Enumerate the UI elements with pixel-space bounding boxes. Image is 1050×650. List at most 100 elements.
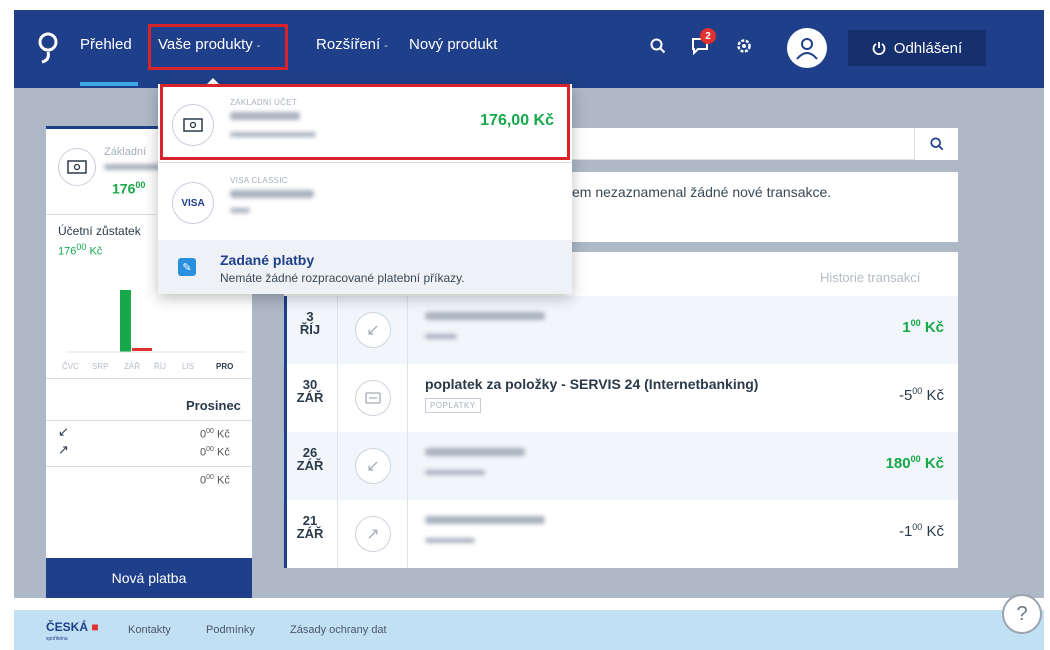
outgoing-arrow-icon: ↗ xyxy=(355,516,391,552)
footer-link-kontakty[interactable]: Kontakty xyxy=(128,624,171,636)
transaction-amount: -100 Kč xyxy=(899,522,944,540)
chart-bar-green xyxy=(120,290,131,352)
card-divider-3 xyxy=(46,420,252,421)
transaction-amount-main: 1 xyxy=(902,319,911,336)
transaction-row[interactable]: 30 ZÁŘ poplatek za položky - SERVIS 24 (I… xyxy=(287,364,958,432)
outgoing-amount-currency: Kč xyxy=(216,446,230,459)
new-payment-button[interactable]: Nová platba xyxy=(46,558,252,598)
chart-bar-red xyxy=(132,348,152,351)
incoming-arrow-icon: ↙ xyxy=(355,312,391,348)
logout-button[interactable]: Odhlášení xyxy=(848,30,986,66)
transaction-history-link[interactable]: Historie transakcí xyxy=(820,270,920,285)
transaction-search-input[interactable] xyxy=(566,128,958,160)
notification-badge: 2 xyxy=(700,28,716,44)
fee-receipt-icon xyxy=(355,380,391,416)
logout-label: Odhlášení xyxy=(893,39,963,57)
footer-logo-mark-icon: ■ xyxy=(91,620,99,634)
search-icon[interactable] xyxy=(646,34,670,58)
row-divider xyxy=(337,432,338,500)
transaction-title-redacted xyxy=(425,312,545,320)
footer-link-privacy[interactable]: Zásady ochrany dat xyxy=(290,624,387,636)
transaction-category-tag: POPLATKY xyxy=(425,398,481,413)
card-name-redacted xyxy=(230,190,314,198)
transaction-amount-decimals: 00 xyxy=(912,522,923,532)
transaction-currency: Kč xyxy=(924,319,944,336)
transaction-row[interactable]: 21 ZÁŘ ↗ -100 Kč xyxy=(287,500,958,568)
chart-month-0: ČVC xyxy=(62,362,79,371)
help-button[interactable]: ? xyxy=(1002,594,1042,634)
transaction-search-button[interactable] xyxy=(914,128,958,160)
row-divider xyxy=(407,296,408,364)
row-divider xyxy=(337,296,338,364)
chart-month-4: LIS xyxy=(182,362,195,371)
period-label: Prosinec xyxy=(186,398,241,413)
pending-payments-title: Zadané platby xyxy=(220,252,315,268)
nav-active-indicator xyxy=(80,82,138,86)
total-amount-decimals: 00 xyxy=(206,474,214,481)
accounting-balance-value: 17600 Kč xyxy=(58,242,102,258)
nav-novy-produkt[interactable]: Nový produkt xyxy=(409,36,497,53)
visa-card-icon: VISA xyxy=(172,182,214,224)
incoming-arrow-icon: ↙ xyxy=(58,424,69,439)
account-icon-circle xyxy=(58,148,96,186)
incoming-amount: 000 Kč xyxy=(200,428,230,441)
nav-rozsireni[interactable]: Rozšíření - xyxy=(316,36,388,53)
transaction-row[interactable]: 26 ZÁŘ ↙ 18000 Kč xyxy=(287,432,958,500)
footer-link-podminky[interactable]: Podmínky xyxy=(206,624,255,636)
transaction-amount: 100 Kč xyxy=(902,318,944,336)
transaction-date: 30 ZÁŘ xyxy=(295,378,325,404)
account-balance-main: 176 xyxy=(112,180,136,197)
messages-icon[interactable]: 2 xyxy=(688,28,716,58)
transaction-amount-decimals: 00 xyxy=(910,318,921,328)
dropdown-pending-payments[interactable]: ✎ Zadané platby Nemáte žádné rozpracovan… xyxy=(158,240,572,294)
nav-rozsireni-caret: - xyxy=(384,40,388,52)
help-icon: ? xyxy=(1016,602,1028,625)
footer-logo-text: ČESKÁ xyxy=(46,620,89,634)
accounting-balance-decimals: 00 xyxy=(76,242,87,252)
row-divider xyxy=(337,500,338,568)
transaction-amount-decimals: 00 xyxy=(910,454,921,464)
row-divider xyxy=(337,364,338,432)
transaction-title-redacted xyxy=(425,448,525,456)
transaction-currency: Kč xyxy=(926,523,944,540)
nav-rozsireni-label: Rozšíření xyxy=(316,36,381,53)
transaction-month: ŘÍJ xyxy=(299,322,321,337)
transaction-row[interactable]: 3 ŘÍJ ↙ 100 Kč xyxy=(287,296,958,364)
transaction-amount-main: -1 xyxy=(898,523,913,540)
chart-month-2: ZÁŘ xyxy=(124,362,140,371)
transaction-sub-redacted xyxy=(425,470,485,475)
info-message-box xyxy=(566,172,958,242)
transaction-amount: 18000 Kč xyxy=(886,454,944,472)
transaction-month: ZÁŘ xyxy=(296,390,324,405)
card-divider-1 xyxy=(46,214,156,215)
total-amount: 000 Kč xyxy=(200,474,230,487)
row-divider xyxy=(407,364,408,432)
footer-logo[interactable]: ČESKÁ ■ xyxy=(46,620,99,634)
user-avatar[interactable] xyxy=(787,28,827,68)
accounting-balance-main: 176 xyxy=(58,245,77,258)
transaction-title: poplatek za položky - SERVIS 24 (Interne… xyxy=(425,376,759,392)
dropdown-item-visa-classic[interactable]: VISA VISA CLASSIC xyxy=(158,164,572,240)
info-message-text: em nezaznamenal žádné nové transakce. xyxy=(572,184,832,200)
chart-month-1: SRP xyxy=(92,362,109,371)
nav-novy-produkt-label: Nový produkt xyxy=(409,36,498,53)
chart-month-5: PRO xyxy=(216,362,234,371)
outgoing-amount-decimals: 00 xyxy=(206,446,214,453)
outgoing-amount: 000 Kč xyxy=(200,446,230,459)
accounting-balance-currency: Kč xyxy=(89,245,103,258)
transaction-amount-decimals: 00 xyxy=(912,386,923,396)
incoming-arrow-icon: ↙ xyxy=(355,448,391,484)
gear-icon[interactable] xyxy=(732,34,756,58)
pending-payments-subtitle: Nemáte žádné rozpracované platební příka… xyxy=(220,271,465,285)
transaction-currency: Kč xyxy=(926,387,944,404)
transaction-date: 26 ZÁŘ xyxy=(295,446,325,472)
outgoing-arrow-icon: ↗ xyxy=(58,442,69,457)
account-name-redacted xyxy=(104,164,164,170)
bank-logo-icon[interactable] xyxy=(32,30,64,66)
search-icon xyxy=(929,137,943,151)
total-amount-currency: Kč xyxy=(216,474,230,487)
row-divider xyxy=(407,432,408,500)
nav-prehled[interactable]: Přehled xyxy=(80,36,132,53)
transaction-currency: Kč xyxy=(924,455,944,472)
transaction-amount: -500 Kč xyxy=(899,386,944,404)
